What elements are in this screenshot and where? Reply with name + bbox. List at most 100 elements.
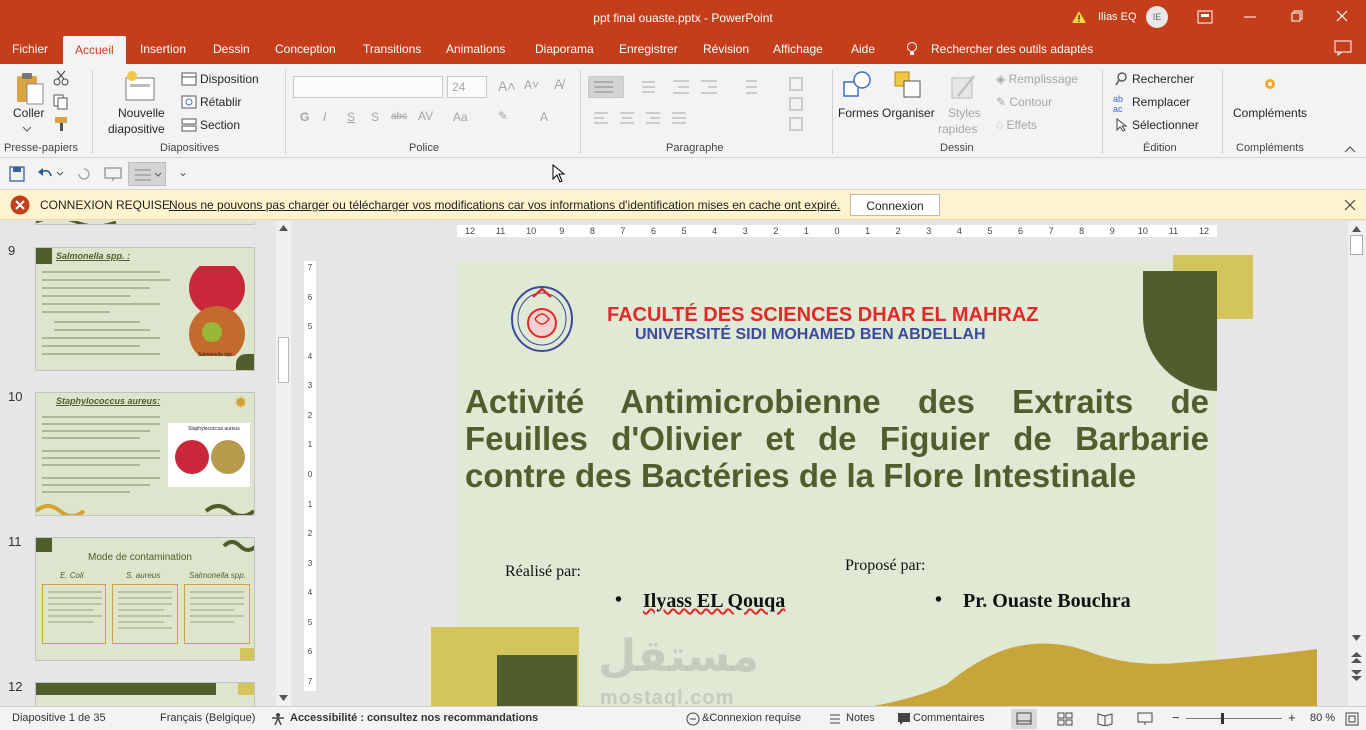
message-bar-text[interactable]: Nous ne pouvons pas charger ou télécharg… bbox=[169, 198, 840, 212]
zoom-out-button[interactable]: − bbox=[1172, 710, 1180, 725]
tab-conception[interactable]: Conception bbox=[275, 42, 336, 56]
scroll-down-icon[interactable] bbox=[279, 695, 288, 701]
search-icon[interactable] bbox=[1115, 72, 1129, 86]
tab-affichage[interactable]: Affichage bbox=[773, 42, 823, 56]
tab-transitions[interactable]: Transitions bbox=[363, 42, 421, 56]
select-cursor-icon[interactable] bbox=[1116, 118, 1128, 132]
layout-icon[interactable] bbox=[181, 72, 197, 86]
normal-view-button[interactable] bbox=[1011, 709, 1037, 729]
new-slide-label-1[interactable]: Nouvelle bbox=[118, 106, 165, 120]
connection-status[interactable]: &Connexion requise bbox=[702, 712, 801, 724]
accessibility-icon[interactable] bbox=[270, 712, 286, 726]
change-case-button[interactable]: Aa bbox=[453, 110, 468, 124]
redo-icon[interactable] bbox=[76, 166, 92, 182]
tab-fichier[interactable]: Fichier bbox=[12, 42, 48, 56]
replace-icon[interactable]: ab ac bbox=[1113, 94, 1123, 114]
fill-button[interactable]: ◈ Remplissage bbox=[996, 72, 1078, 86]
grow-font-button[interactable]: A˄ bbox=[498, 78, 516, 94]
text-direction-icons[interactable] bbox=[788, 76, 806, 136]
comments-button[interactable]: Commentaires bbox=[913, 712, 985, 724]
shapes-label[interactable]: Formes bbox=[838, 106, 879, 120]
underline-button[interactable]: S bbox=[347, 110, 355, 124]
comments-icon[interactable] bbox=[1334, 40, 1352, 56]
cut-icon[interactable] bbox=[53, 70, 69, 86]
slide-thumb-12[interactable] bbox=[35, 682, 255, 706]
notes-button[interactable]: Notes bbox=[846, 712, 875, 724]
replace-button[interactable]: Remplacer bbox=[1132, 95, 1190, 109]
restore-icon[interactable] bbox=[1290, 9, 1304, 23]
slide-thumb-8[interactable] bbox=[35, 221, 255, 225]
reset-icon[interactable] bbox=[181, 95, 197, 109]
zoom-in-button[interactable]: + bbox=[1288, 710, 1296, 725]
warning-icon[interactable] bbox=[1071, 10, 1087, 24]
scroll-up-icon[interactable] bbox=[1352, 226, 1361, 232]
italic-button[interactable]: I bbox=[323, 110, 326, 124]
save-icon[interactable] bbox=[9, 166, 25, 182]
tab-insertion[interactable]: Insertion bbox=[140, 42, 186, 56]
numbering-icon[interactable] bbox=[636, 78, 656, 96]
slide-thumb-9[interactable]: Salmonella spp. : Salmonella spp bbox=[35, 247, 255, 371]
alignment-icons[interactable] bbox=[592, 110, 792, 128]
arrange-icon[interactable] bbox=[893, 70, 923, 100]
comment-icon[interactable] bbox=[897, 712, 911, 726]
quick-styles-label-1[interactable]: Styles bbox=[948, 106, 981, 120]
slide-thumb-11[interactable]: Mode de contamination E. Coli S. aureus … bbox=[35, 537, 255, 661]
arrange-label[interactable]: Organiser bbox=[882, 106, 935, 120]
collapse-ribbon-icon[interactable] bbox=[1344, 145, 1356, 153]
outline-button[interactable]: ✎ Contour bbox=[996, 95, 1052, 109]
tab-aide[interactable]: Aide bbox=[851, 42, 875, 56]
section-button[interactable]: Section bbox=[200, 118, 240, 132]
highlight-icon[interactable]: ✎ bbox=[498, 109, 508, 123]
paste-label[interactable]: Coller bbox=[13, 106, 44, 120]
close-window-icon[interactable] bbox=[1335, 9, 1349, 23]
increase-indent-icon[interactable] bbox=[700, 78, 718, 96]
slide-thumb-10[interactable]: Staphylococcus aureus: ✹ Staphylococcus … bbox=[35, 392, 255, 516]
shrink-font-button[interactable]: A˅ bbox=[524, 78, 539, 92]
connexion-button[interactable]: Connexion bbox=[850, 194, 940, 216]
notes-icon[interactable] bbox=[829, 713, 841, 725]
shapes-icon[interactable] bbox=[842, 70, 872, 100]
effects-button[interactable]: ◌ Effets bbox=[996, 118, 1037, 132]
quick-styles-label-2[interactable]: rapides bbox=[938, 122, 977, 136]
char-spacing-button[interactable]: AV bbox=[418, 109, 433, 123]
clear-format-icon[interactable]: A̸ bbox=[554, 76, 563, 92]
tab-dessin[interactable]: Dessin bbox=[213, 42, 250, 56]
scroll-down-icon[interactable] bbox=[1352, 635, 1361, 641]
slide-scroll-thumb[interactable] bbox=[1350, 235, 1363, 255]
slide-sorter-icon[interactable] bbox=[1057, 712, 1073, 726]
line-spacing-icon[interactable] bbox=[740, 78, 758, 96]
layout-button[interactable]: Disposition bbox=[200, 72, 259, 86]
accessibility-status[interactable]: Accessibilité : consultez nos recommanda… bbox=[290, 712, 538, 724]
undo-icon[interactable] bbox=[37, 166, 53, 182]
fit-slide-icon[interactable] bbox=[1345, 712, 1359, 726]
tab-revision[interactable]: Révision bbox=[703, 42, 749, 56]
section-icon[interactable] bbox=[181, 118, 197, 132]
tab-diaporama[interactable]: Diaporama bbox=[535, 42, 594, 56]
slideshow-view-icon[interactable] bbox=[1137, 712, 1153, 726]
select-button[interactable]: Sélectionner bbox=[1132, 118, 1199, 132]
format-painter-icon[interactable] bbox=[53, 116, 71, 132]
user-avatar[interactable]: IE bbox=[1146, 6, 1168, 28]
font-name-combo[interactable] bbox=[293, 76, 443, 98]
bullets-qat-button[interactable] bbox=[128, 162, 166, 186]
undo-dropdown-icon[interactable] bbox=[56, 171, 64, 177]
reading-view-icon[interactable] bbox=[1097, 712, 1113, 726]
bold-button[interactable]: G bbox=[300, 110, 309, 124]
copy-icon[interactable] bbox=[53, 94, 69, 110]
ribbon-display-icon[interactable] bbox=[1197, 10, 1213, 24]
tab-animations[interactable]: Animations bbox=[446, 42, 505, 56]
addins-icon[interactable] bbox=[1262, 76, 1278, 92]
tab-accueil[interactable]: Accueil bbox=[63, 36, 126, 64]
minimize-icon[interactable] bbox=[1243, 10, 1257, 24]
start-slideshow-icon[interactable] bbox=[104, 166, 122, 182]
paste-icon[interactable] bbox=[14, 70, 46, 106]
bullets-button[interactable] bbox=[588, 76, 624, 98]
strikethrough-button[interactable]: abc bbox=[391, 111, 407, 122]
thumbnails-scroll-thumb[interactable] bbox=[278, 337, 289, 383]
quick-styles-icon[interactable] bbox=[950, 72, 978, 100]
current-slide[interactable]: FACULTÉ DES SCIENCES DHAR EL MAHRAZ UNIV… bbox=[431, 255, 1317, 706]
addins-button[interactable]: Compléments bbox=[1233, 106, 1307, 120]
zoom-level[interactable]: 80 % bbox=[1310, 712, 1335, 724]
slide-scrollbar[interactable] bbox=[1348, 221, 1366, 706]
new-slide-icon[interactable] bbox=[124, 70, 158, 104]
